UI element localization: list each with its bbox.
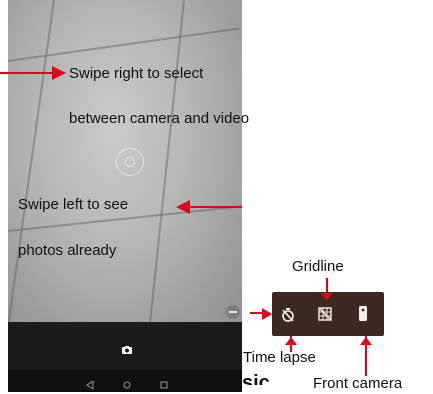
arrowhead-time-lapse-icon — [262, 307, 272, 320]
label-front-camera: Front camera — [313, 375, 403, 392]
cropped-caption: sic — [242, 372, 270, 394]
annotation-swipe-left-line1: Swipe left to see — [18, 196, 129, 213]
android-nav-bar — [8, 370, 242, 392]
camera-viewfinder[interactable] — [8, 0, 242, 325]
arrow-swipe-left — [186, 206, 242, 208]
annotation-swipe-right-line2: between camera and video — [69, 110, 250, 127]
annotation-swipe-right-line1: Swipe right to select — [69, 65, 204, 82]
arrow-swipe-right — [0, 72, 55, 74]
camera-icon[interactable] — [121, 342, 133, 354]
arrowhead-gridline-icon — [321, 288, 333, 301]
arrowhead-front-camera-icon — [360, 332, 372, 345]
front-camera-icon[interactable] — [358, 305, 368, 322]
annotation-swipe-left-line2: photos already — [18, 242, 117, 259]
timer-icon[interactable] — [281, 307, 295, 323]
grid-icon[interactable] — [318, 307, 332, 321]
home-icon[interactable] — [123, 376, 131, 389]
focus-point-icon — [125, 157, 135, 167]
arrowhead-time-lapse-up-icon — [285, 332, 297, 345]
arrowhead-swipe-left-icon — [176, 200, 190, 214]
options-toggle-icon[interactable] — [226, 305, 240, 319]
recent-apps-icon[interactable] — [160, 376, 168, 389]
arrowhead-swipe-right-icon — [52, 66, 66, 80]
label-time-lapse: Time lapse — [243, 349, 316, 366]
label-gridline: Gridline — [292, 258, 344, 275]
back-icon[interactable] — [86, 376, 94, 390]
